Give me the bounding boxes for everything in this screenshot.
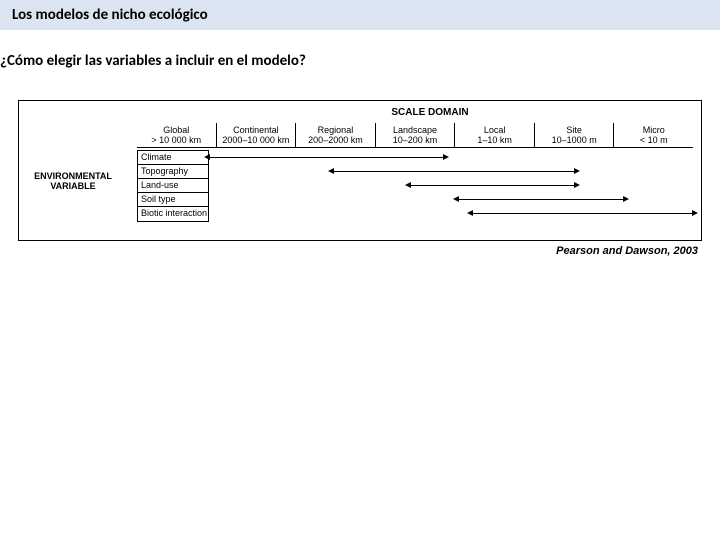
scale-col-range: 2000–10 000 km bbox=[218, 135, 295, 145]
scale-header-row: Global> 10 000 kmContinental2000–10 000 … bbox=[137, 123, 693, 148]
arrows-area bbox=[209, 150, 693, 222]
scale-col-range: 10–200 km bbox=[377, 135, 454, 145]
variable-table: ClimateTopographyLand-useSoil typeBiotic… bbox=[137, 150, 209, 222]
scale-col-name: Micro bbox=[615, 125, 692, 135]
variable-cell-2: Land-use bbox=[138, 179, 208, 193]
arrow-row-3 bbox=[209, 192, 693, 206]
question-text: ¿Cómo elegir las variables a incluir en … bbox=[0, 52, 720, 70]
header-band: Los modelos de nicho ecológico bbox=[0, 0, 720, 30]
scale-col-name: Continental bbox=[218, 125, 295, 135]
citation: Pearson and Dawson, 2003 bbox=[0, 245, 698, 257]
scale-col-5: Site10–1000 m bbox=[534, 123, 614, 147]
scale-domain-diagram: SCALE DOMAIN Global> 10 000 kmContinenta… bbox=[18, 100, 702, 241]
arrow-row-2 bbox=[209, 178, 693, 192]
scale-col-range: > 10 000 km bbox=[138, 135, 215, 145]
variable-cell-3: Soil type bbox=[138, 193, 208, 207]
arrow-row-1 bbox=[209, 164, 693, 178]
question-block: ¿Cómo elegir las variables a incluir en … bbox=[0, 30, 720, 70]
range-arrow-1 bbox=[333, 171, 575, 172]
variable-cell-1: Topography bbox=[138, 165, 208, 179]
variable-cell-0: Climate bbox=[138, 151, 208, 165]
scale-col-4: Local1–10 km bbox=[454, 123, 534, 147]
scale-col-range: 10–1000 m bbox=[536, 135, 613, 145]
scale-col-name: Regional bbox=[297, 125, 374, 135]
scale-grid: Global> 10 000 kmContinental2000–10 000 … bbox=[137, 123, 693, 222]
scale-col-2: Regional200–2000 km bbox=[295, 123, 375, 147]
scale-col-name: Landscape bbox=[377, 125, 454, 135]
range-arrow-0 bbox=[209, 157, 444, 158]
arrow-row-4 bbox=[209, 206, 693, 220]
scale-col-name: Site bbox=[536, 125, 613, 135]
scale-col-name: Local bbox=[456, 125, 533, 135]
variable-cell-4: Biotic interaction bbox=[138, 207, 208, 221]
scale-col-6: Micro< 10 m bbox=[613, 123, 693, 147]
variable-rows: ENVIRONMENTAL VARIABLE ClimateTopography… bbox=[137, 150, 693, 222]
arrow-row-0 bbox=[209, 150, 693, 164]
scale-col-range: 200–2000 km bbox=[297, 135, 374, 145]
scale-col-name: Global bbox=[138, 125, 215, 135]
page-title: Los modelos de nicho ecológico bbox=[12, 6, 708, 24]
scale-col-0: Global> 10 000 km bbox=[137, 123, 216, 147]
scale-col-range: < 10 m bbox=[615, 135, 692, 145]
scale-col-3: Landscape10–200 km bbox=[375, 123, 455, 147]
scale-col-1: Continental2000–10 000 km bbox=[216, 123, 296, 147]
env-variable-heading: ENVIRONMENTAL VARIABLE bbox=[25, 172, 121, 192]
scale-domain-heading: SCALE DOMAIN bbox=[19, 107, 701, 118]
range-arrow-4 bbox=[472, 213, 693, 214]
range-arrow-3 bbox=[458, 199, 624, 200]
range-arrow-2 bbox=[410, 185, 576, 186]
scale-col-range: 1–10 km bbox=[456, 135, 533, 145]
